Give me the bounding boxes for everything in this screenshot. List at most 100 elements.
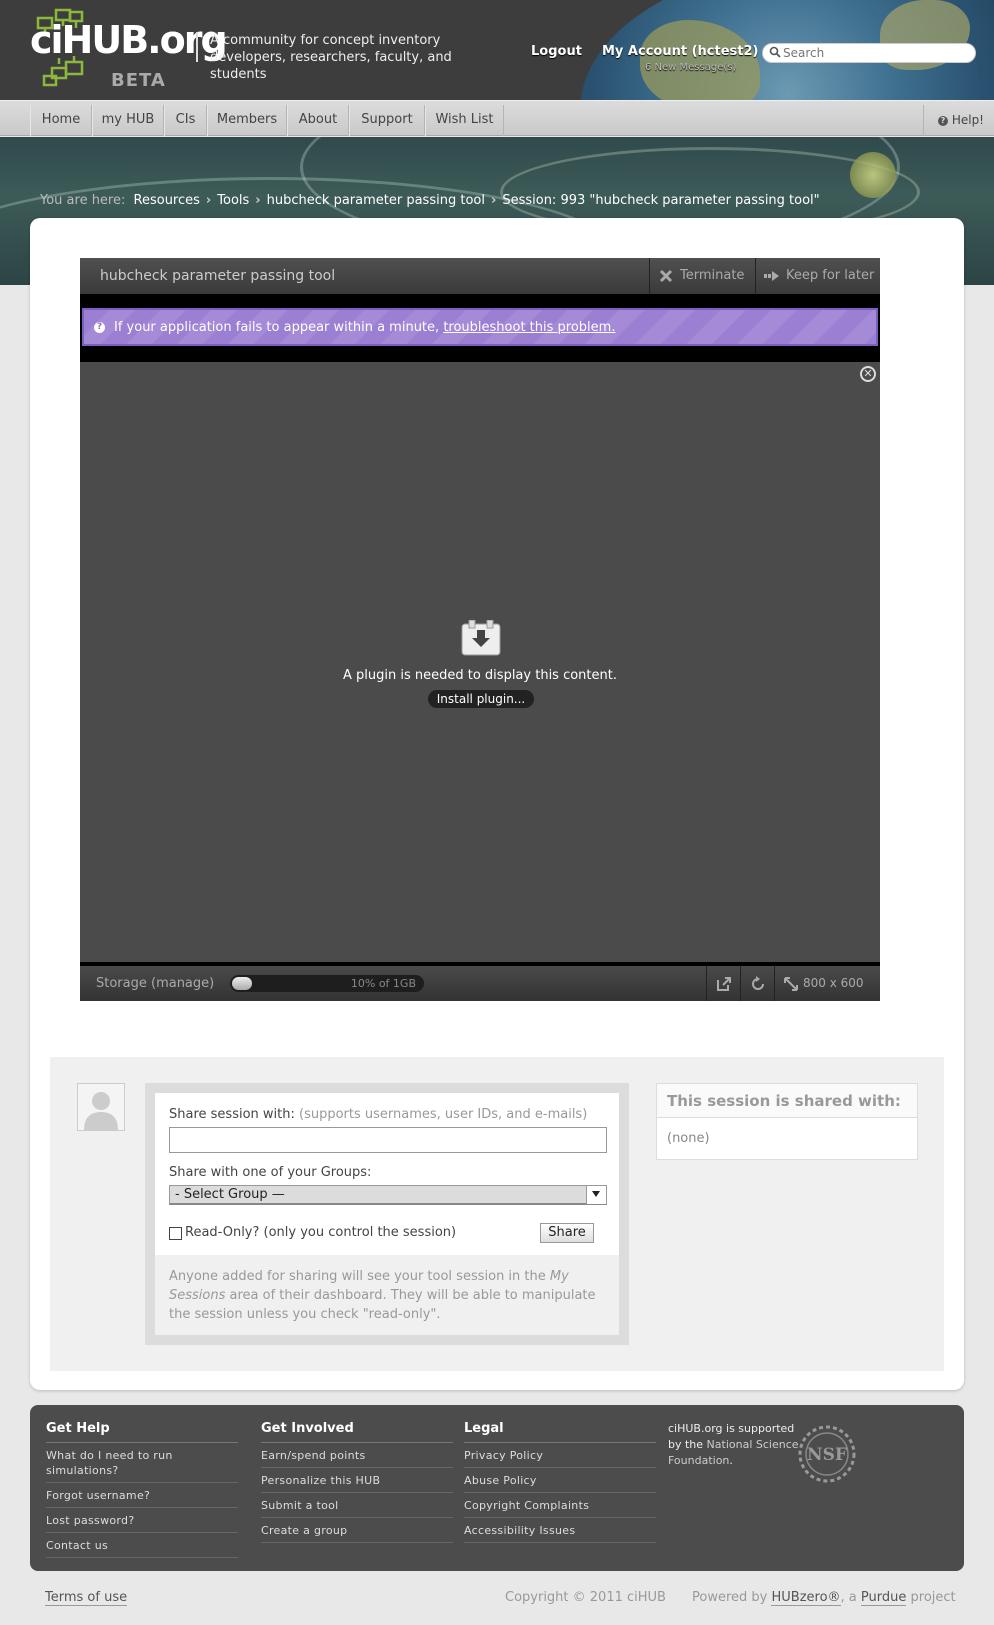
footer-link[interactable]: Earn/spend points — [261, 1443, 453, 1468]
my-account-link[interactable]: My Account (hctest2) — [602, 44, 758, 59]
share-button[interactable]: Share — [540, 1223, 594, 1243]
storage-progress-fill — [232, 977, 252, 990]
powered-by-text: Powered by HUBzero®, a Purdue project — [692, 1590, 956, 1606]
footer-link[interactable]: Create a group — [261, 1518, 453, 1543]
tool-session-window: hubcheck parameter passing tool Terminat… — [80, 258, 880, 1001]
tool-title: hubcheck parameter passing tool — [100, 268, 336, 284]
help-icon: ? — [938, 116, 948, 126]
breadcrumb-item-session: Session: 993 "hubcheck parameter passing… — [502, 193, 820, 208]
powered-by-part: Powered by — [692, 1590, 772, 1605]
site-tagline: A community for concept inventory develo… — [210, 33, 452, 82]
read-only-label: Read-Only? (only you control the session… — [185, 1225, 457, 1240]
nsf-support-text: ciHUB.org is supported by the National S… — [668, 1421, 808, 1469]
read-only-checkbox[interactable] — [169, 1227, 182, 1240]
footer-link[interactable]: Contact us — [46, 1533, 238, 1558]
breadcrumb-item-resources[interactable]: Resources — [134, 193, 200, 208]
display-size-label: 800 x 600 — [803, 976, 864, 990]
nav-item-home[interactable]: Home — [30, 105, 92, 136]
avatar — [77, 1083, 125, 1131]
troubleshoot-notice: ? If your application fails to appear wi… — [82, 308, 878, 346]
user-silhouette-icon — [78, 1084, 124, 1130]
copyright-text: Copyright © 2011 ciHUB — [505, 1590, 666, 1605]
group-select-value: - Select Group — — [175, 1187, 285, 1202]
nav-item-support[interactable]: Support — [349, 105, 425, 136]
nav-item-about[interactable]: About — [287, 105, 349, 136]
search-input[interactable] — [783, 45, 963, 61]
hubzero-link[interactable]: HUBzero® — [771, 1590, 841, 1606]
nsf-logo-icon[interactable]: NSF — [796, 1423, 858, 1485]
new-messages-link[interactable]: 6 New Message(s) — [645, 62, 736, 73]
footer-heading: Get Involved — [261, 1421, 453, 1443]
refresh-icon — [752, 976, 764, 990]
tool-footer: Storage (manage) 10% of 1GB 800 x 600 — [80, 966, 880, 1001]
terminate-button[interactable]: Terminate — [649, 258, 755, 294]
footer-link[interactable]: Abuse Policy — [464, 1468, 656, 1493]
close-circle-icon[interactable]: ✕ — [860, 366, 876, 382]
purdue-link[interactable]: Purdue — [860, 1590, 907, 1606]
tool-header: hubcheck parameter passing tool Terminat… — [80, 258, 880, 294]
beta-badge: BETA — [111, 70, 166, 91]
footer-link[interactable]: Privacy Policy — [464, 1443, 656, 1468]
tool-display-area[interactable]: ✕ A plugin is needed to display this con… — [80, 362, 880, 962]
footer-column-get-help: Get Help What do I need to run simulatio… — [46, 1421, 238, 1558]
footer-link[interactable]: Accessibility Issues — [464, 1518, 656, 1543]
popout-icon — [717, 977, 731, 991]
logout-link[interactable]: Logout — [531, 44, 582, 59]
footer-heading: Legal — [464, 1421, 656, 1443]
footer-link[interactable]: Lost password? — [46, 1508, 238, 1533]
share-help-part: area of their dashboard. They will be ab… — [169, 1288, 596, 1322]
chevron-down-icon — [586, 1186, 606, 1204]
install-plugin-button[interactable]: Install plugin... — [428, 690, 534, 708]
group-select[interactable]: - Select Group — — [169, 1185, 607, 1205]
logo-divider — [196, 32, 198, 62]
nav-item-wish-list[interactable]: Wish List — [425, 105, 504, 136]
footer-link[interactable]: Personalize this HUB — [261, 1468, 453, 1493]
footer-link[interactable]: Copyright Complaints — [464, 1493, 656, 1518]
breadcrumb-separator: › — [205, 193, 212, 208]
site-header: ciHUB.org BETA A community for concept i… — [0, 0, 994, 100]
shared-with-panel: This session is shared with: (none) — [656, 1083, 918, 1160]
group-select-label: Share with one of your Groups: — [169, 1165, 372, 1180]
shared-with-title: This session is shared with: — [657, 1084, 917, 1118]
troubleshoot-link[interactable]: troubleshoot this problem. — [443, 320, 615, 335]
storage-usage-text: 10% of 1GB — [350, 977, 416, 990]
powered-by-part: , a — [840, 1590, 861, 1605]
nav-item-cis[interactable]: CIs — [164, 105, 207, 136]
powered-by-part: project — [906, 1590, 956, 1605]
terms-of-use-link[interactable]: Terms of use — [45, 1590, 128, 1606]
info-icon: ? — [94, 322, 105, 333]
notice-message: If your application fails to appear with… — [114, 320, 440, 335]
footer-column-get-involved: Get Involved Earn/spend points Personali… — [261, 1421, 453, 1543]
notice-text: If your application fails to appear with… — [114, 320, 615, 335]
share-help-text: Anyone added for sharing will see your t… — [155, 1255, 619, 1335]
footer-column-legal: Legal Privacy Policy Abuse Policy Copyri… — [464, 1421, 656, 1543]
share-with-hint: (supports usernames, user IDs, and e-mai… — [299, 1107, 588, 1122]
refresh-button[interactable] — [740, 966, 774, 1001]
share-with-input[interactable] — [169, 1127, 607, 1153]
share-with-text: Share session with: — [169, 1107, 295, 1122]
close-icon — [659, 269, 673, 283]
search-box[interactable] — [762, 43, 976, 63]
storage-progress-bar: 10% of 1GB — [230, 975, 424, 992]
nsf-support-part: . — [729, 1454, 733, 1467]
breadcrumb-prefix: You are here: — [40, 193, 126, 208]
footer-heading: Get Help — [46, 1421, 238, 1443]
footer-link[interactable]: Submit a tool — [261, 1493, 453, 1518]
nav-item-my-hub[interactable]: my HUB — [92, 105, 164, 136]
nav-item-members[interactable]: Members — [207, 105, 287, 136]
breadcrumb-item-tools[interactable]: Tools — [217, 193, 249, 208]
footer-link[interactable]: What do I need to run simulations? — [46, 1443, 238, 1483]
breadcrumb-item-tool[interactable]: hubcheck parameter passing tool — [267, 193, 485, 208]
breadcrumb-separator: › — [490, 193, 497, 208]
storage-manage-link[interactable]: Storage (manage) — [96, 976, 214, 991]
share-help-part: Anyone added for sharing will see your t… — [169, 1269, 550, 1284]
popout-button[interactable] — [706, 966, 740, 1001]
keep-for-later-button[interactable]: Keep for later — [755, 258, 880, 294]
search-icon — [769, 46, 781, 58]
help-label: Help! — [951, 113, 984, 127]
resize-button[interactable]: 800 x 600 — [774, 966, 880, 1001]
help-link[interactable]: ? Help! — [923, 105, 994, 136]
plugin-download-icon — [461, 620, 501, 656]
site-footer: Get Help What do I need to run simulatio… — [30, 1405, 964, 1571]
footer-link[interactable]: Forgot username? — [46, 1483, 238, 1508]
